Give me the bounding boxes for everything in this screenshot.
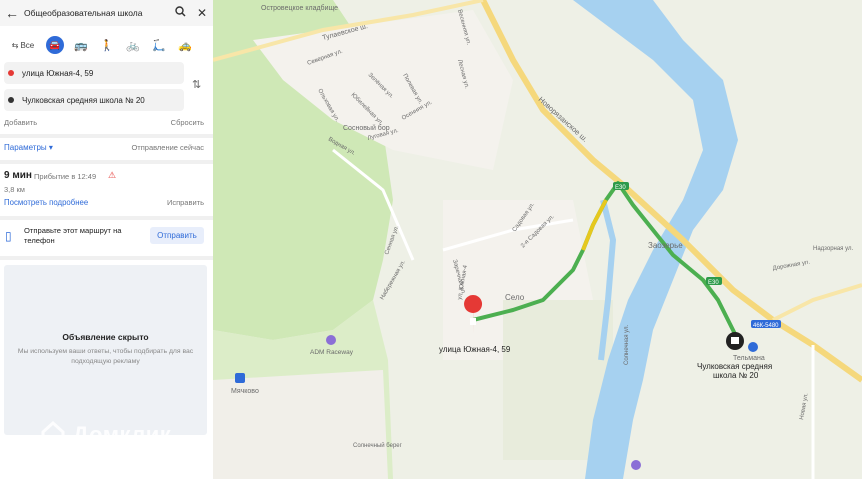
route-duration: 9 мин bbox=[4, 170, 32, 181]
raceway-label: ADM Raceway bbox=[310, 349, 354, 356]
zaozerye-label: Заозерье bbox=[648, 241, 683, 250]
multimodal-icon: ⇆ bbox=[11, 40, 19, 50]
scooter-icon: 🛴 bbox=[152, 39, 166, 52]
divider bbox=[0, 256, 213, 260]
route-arrival: Прибытие в 12:49 bbox=[34, 172, 97, 181]
mode-car[interactable]: 🚘 bbox=[42, 35, 68, 55]
bus-icon: 🚌 bbox=[74, 39, 88, 52]
fix-link[interactable]: Исправить bbox=[167, 198, 204, 207]
route-panel: ← Общеобразовательная школа ✕ ⇆ Все 🚘 🚌 🚶… bbox=[0, 0, 214, 479]
add-point-link[interactable]: Добавить bbox=[4, 118, 37, 127]
search-query[interactable]: Общеобразовательная школа bbox=[24, 8, 169, 18]
search-icon[interactable] bbox=[169, 6, 191, 20]
params-dropdown[interactable]: Параметры ▾ bbox=[4, 143, 53, 152]
e30-label: E30 bbox=[708, 280, 719, 286]
bike-icon: 🚲 bbox=[126, 39, 140, 52]
telmana-label: Тельмана bbox=[733, 355, 765, 362]
mode-bike[interactable]: 🚲 bbox=[120, 35, 146, 55]
mode-all[interactable]: ⇆ Все bbox=[4, 35, 42, 55]
domclick-watermark: Домклик bbox=[40, 420, 171, 448]
mode-all-label: Все bbox=[20, 40, 35, 50]
taxi-icon: 🚕 bbox=[178, 39, 192, 52]
route-from-field[interactable]: улица Южная-4, 59 bbox=[4, 62, 184, 84]
params-label: Параметры bbox=[4, 143, 47, 152]
raceway-poi-icon[interactable] bbox=[326, 335, 336, 345]
end-marker[interactable] bbox=[726, 332, 744, 350]
sosnovy-bor-label: Сосновый бор bbox=[343, 124, 390, 132]
route-summary[interactable]: 9 мин Прибытие в 12:49 ⚠ bbox=[0, 170, 213, 184]
mode-taxi[interactable]: 🚕 bbox=[172, 35, 198, 55]
selo-label: Село bbox=[505, 293, 525, 302]
map-canvas[interactable]: E30 E30 46К-5480 Островецкое кладбище Ту… bbox=[213, 0, 862, 479]
myachkovo-label: Мячково bbox=[231, 388, 259, 395]
details-link[interactable]: Посмотреть подробнее bbox=[4, 198, 88, 207]
send-button[interactable]: Отправить bbox=[150, 227, 204, 244]
details-row: Посмотреть подробнее Исправить bbox=[0, 198, 213, 210]
warning-icon: ⚠ bbox=[108, 170, 117, 180]
start-dot-icon bbox=[8, 70, 14, 76]
mode-walk[interactable]: 🚶 bbox=[94, 35, 120, 55]
street-label: Надзорная ул. bbox=[813, 246, 853, 252]
divider bbox=[0, 216, 213, 220]
send-text: Отправьте этот маршрут на телефон bbox=[24, 226, 122, 245]
cemetery-label: Островецкое кладбище bbox=[261, 4, 338, 12]
poi-icon[interactable] bbox=[631, 460, 641, 470]
divider bbox=[0, 134, 213, 138]
divider bbox=[0, 160, 213, 164]
close-icon[interactable]: ✕ bbox=[191, 6, 213, 20]
car-icon: 🚘 bbox=[46, 36, 64, 54]
solnechny-bereg-label: Солнечный берег bbox=[353, 442, 403, 449]
route-to-field[interactable]: Чулковская средняя школа № 20 bbox=[4, 89, 184, 111]
chevron-down-icon: ▾ bbox=[48, 143, 53, 152]
street-label: Солнечная ул. bbox=[624, 324, 630, 365]
phone-icon: ▯ bbox=[5, 229, 12, 243]
end-label-line1: Чулковская средняя bbox=[697, 362, 772, 371]
residential-area bbox=[213, 370, 388, 479]
walk-icon: 🚶 bbox=[100, 39, 114, 52]
swap-icon[interactable]: ⇅ bbox=[192, 78, 201, 91]
ad-block: Объявление скрыто Мы используем ваши отв… bbox=[4, 265, 207, 435]
route-from-text: улица Южная-4, 59 bbox=[22, 68, 94, 78]
mode-bus[interactable]: 🚌 bbox=[68, 35, 94, 55]
route-distance: 3,8 км bbox=[4, 185, 25, 194]
end-dot-icon bbox=[8, 97, 14, 103]
start-label: улица Южная-4, 59 bbox=[439, 345, 511, 354]
watermark-text: Домклик bbox=[72, 422, 172, 447]
params-row: Параметры ▾ Отправление сейчас bbox=[0, 143, 213, 155]
mode-scooter[interactable]: 🛴 bbox=[146, 35, 172, 55]
myachkovo-airport-icon[interactable] bbox=[235, 373, 245, 383]
back-arrow-icon[interactable]: ← bbox=[0, 5, 24, 21]
road-number-label: 46К-5480 bbox=[753, 323, 779, 329]
ad-description: Мы используем ваши ответы, чтобы подбира… bbox=[17, 348, 194, 365]
end-label-line2: школа № 20 bbox=[713, 371, 759, 380]
distance-row: 3,8 км bbox=[0, 185, 213, 195]
send-to-phone: ▯ Отправьте этот маршрут на телефон Отпр… bbox=[0, 226, 213, 250]
domclick-logo-icon bbox=[41, 420, 65, 446]
ad-title: Объявление скрыто bbox=[62, 332, 149, 342]
departure-time[interactable]: Отправление сейчас bbox=[131, 143, 204, 152]
search-bar[interactable]: ← Общеобразовательная школа ✕ bbox=[0, 0, 213, 26]
school-poi-icon[interactable] bbox=[748, 342, 758, 352]
add-reset-row: Добавить Сбросить bbox=[0, 118, 213, 130]
route-to-text: Чулковская средняя школа № 20 bbox=[22, 95, 145, 105]
transport-modes: ⇆ Все 🚘 🚌 🚶 🚲 🛴 🚕 bbox=[0, 34, 213, 56]
reset-link[interactable]: Сбросить bbox=[171, 118, 204, 127]
e30-label: E30 bbox=[615, 185, 626, 191]
